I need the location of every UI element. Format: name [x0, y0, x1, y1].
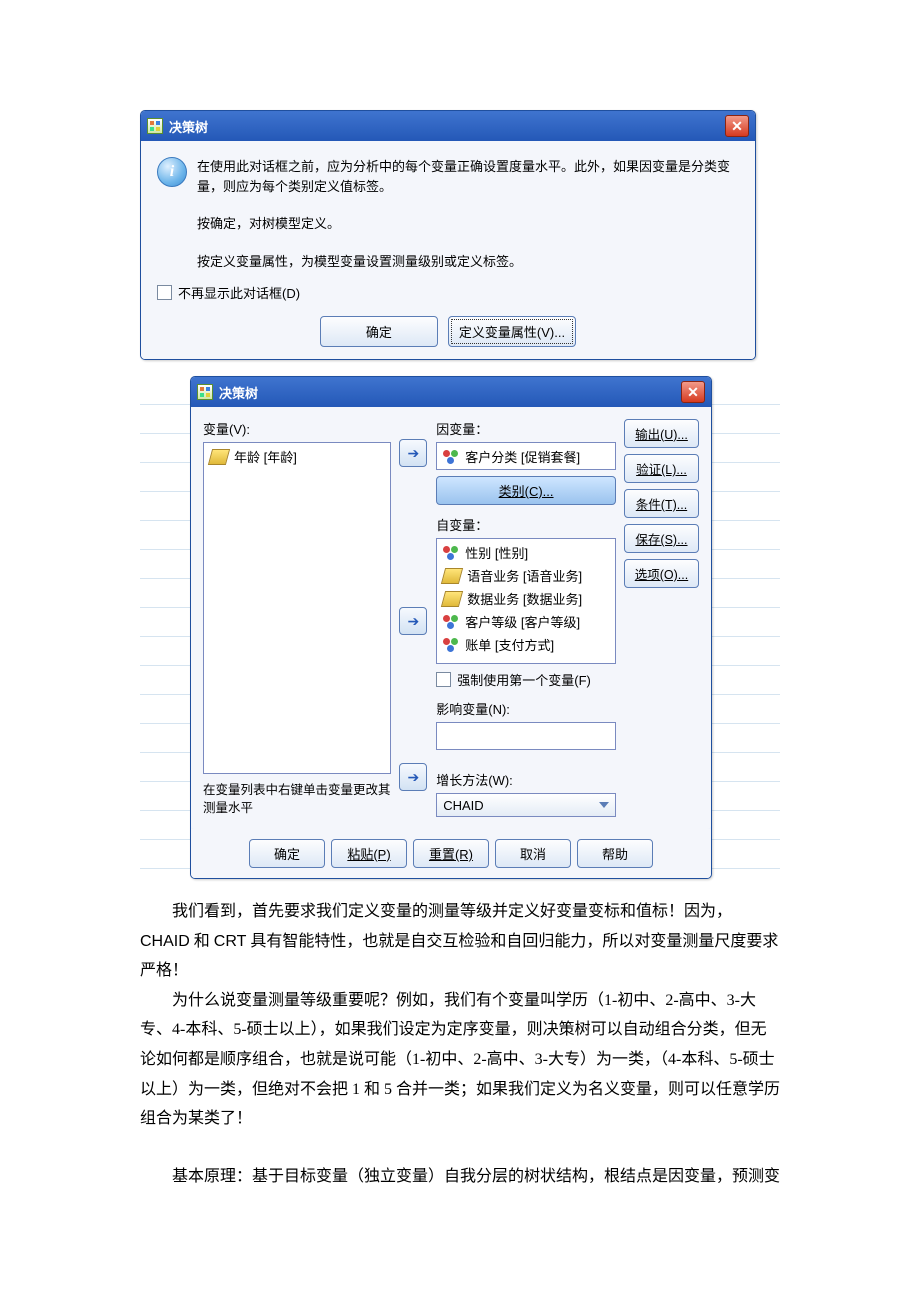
- influence-field[interactable]: [436, 722, 616, 750]
- ok-button[interactable]: 确定: [249, 839, 325, 868]
- variables-label: 变量(V):: [203, 419, 391, 438]
- move-to-independent-button[interactable]: ➔: [399, 607, 427, 635]
- force-first-checkbox[interactable]: [436, 672, 451, 687]
- list-item[interactable]: 账单 [支付方式]: [439, 633, 613, 656]
- options-button[interactable]: 选项(O)...: [624, 559, 699, 588]
- save-button[interactable]: 保存(S)...: [624, 524, 699, 553]
- list-item[interactable]: 性别 [性别]: [439, 541, 613, 564]
- app-icon: [197, 384, 213, 400]
- move-to-dependent-button[interactable]: ➔: [399, 439, 427, 467]
- independent-listbox[interactable]: 性别 [性别] 语音业务 [语音业务] 数据业务 [数据业务] 客户等级 [客户…: [436, 538, 616, 664]
- list-item[interactable]: 客户等级 [客户等级]: [439, 610, 613, 633]
- ruler-icon: [208, 449, 230, 465]
- force-first-label: 强制使用第一个变量(F): [457, 670, 591, 689]
- paragraph: 基本原理：基于目标变量（独立变量）自我分层的树状结构，根结点是因变量，预测变: [140, 1162, 780, 1192]
- close-icon[interactable]: ✕: [681, 381, 705, 403]
- variables-listbox[interactable]: 年龄 [年龄]: [203, 442, 391, 774]
- list-item[interactable]: 年龄 [年龄]: [206, 445, 388, 468]
- validate-button[interactable]: 验证(L)...: [624, 454, 699, 483]
- paste-button[interactable]: 粘贴(P): [331, 839, 407, 868]
- ok-button[interactable]: 确定: [320, 316, 438, 347]
- info-paragraph: 按定义变量属性，为模型变量设置测量级别或定义标签。: [197, 252, 739, 272]
- nominal-icon: [443, 638, 459, 652]
- reset-button[interactable]: 重置(R): [413, 839, 489, 868]
- info-paragraph: 按确定，对树模型定义。: [197, 214, 739, 234]
- list-item[interactable]: 客户分类 [促销套餐]: [439, 445, 613, 468]
- dialog-title: 决策树: [219, 383, 258, 402]
- dont-show-checkbox[interactable]: [157, 285, 172, 300]
- dialog-measure-warning: 决策树 ✕ i 在使用此对话框之前，应为分析中的每个变量正确设置度量水平。此外，…: [140, 110, 756, 360]
- titlebar: 决策树 ✕: [141, 111, 755, 141]
- paragraph: 为什么说变量测量等级重要呢？例如，我们有个变量叫学历（1-初中、2-高中、3-大…: [140, 986, 780, 1134]
- nominal-icon: [443, 450, 459, 464]
- influence-label: 影响变量(N):: [436, 699, 616, 718]
- dialog-decision-tree: 决策树 ✕ 变量(V): 年龄 [年龄] 在变量列表中右键单击变量更改其测量水平: [190, 376, 712, 879]
- list-item[interactable]: 语音业务 [语音业务]: [439, 564, 613, 587]
- app-icon: [147, 118, 163, 134]
- nominal-icon: [443, 546, 459, 560]
- paragraph: 我们看到，首先要求我们定义变量的测量等级并定义好变量变标和值标！因为，CHAID…: [140, 897, 780, 986]
- dialog-button-row: 确定 粘贴(P) 重置(R) 取消 帮助: [191, 829, 711, 878]
- info-paragraph: 在使用此对话框之前，应为分析中的每个变量正确设置度量水平。此外，如果因变量是分类…: [197, 157, 739, 196]
- help-button[interactable]: 帮助: [577, 839, 653, 868]
- dont-show-label: 不再显示此对话框(D): [178, 283, 300, 302]
- define-vars-button[interactable]: 定义变量属性(V)...: [448, 316, 576, 347]
- ruler-icon: [441, 591, 463, 607]
- chevron-down-icon: [599, 802, 609, 808]
- info-icon: i: [157, 157, 187, 187]
- independent-label: 自变量：: [436, 515, 616, 534]
- dependent-field[interactable]: 客户分类 [促销套餐]: [436, 442, 616, 470]
- growth-method-select[interactable]: CHAID: [436, 793, 616, 817]
- cancel-button[interactable]: 取消: [495, 839, 571, 868]
- growth-method-label: 增长方法(W):: [436, 770, 616, 789]
- dependent-label: 因变量：: [436, 419, 616, 438]
- dialog-title: 决策树: [169, 117, 208, 136]
- article-body: 我们看到，首先要求我们定义变量的测量等级并定义好变量变标和值标！因为，CHAID…: [140, 897, 780, 1191]
- titlebar: 决策树 ✕: [191, 377, 711, 407]
- hint-text: 在变量列表中右键单击变量更改其测量水平: [203, 782, 391, 817]
- list-item[interactable]: 数据业务 [数据业务]: [439, 587, 613, 610]
- close-icon[interactable]: ✕: [725, 115, 749, 137]
- output-button[interactable]: 输出(U)...: [624, 419, 699, 448]
- ruler-icon: [441, 568, 463, 584]
- nominal-icon: [443, 615, 459, 629]
- move-to-influence-button[interactable]: ➔: [399, 763, 427, 791]
- categories-button[interactable]: 类别(C)...: [436, 476, 616, 505]
- criteria-button[interactable]: 条件(T)...: [624, 489, 699, 518]
